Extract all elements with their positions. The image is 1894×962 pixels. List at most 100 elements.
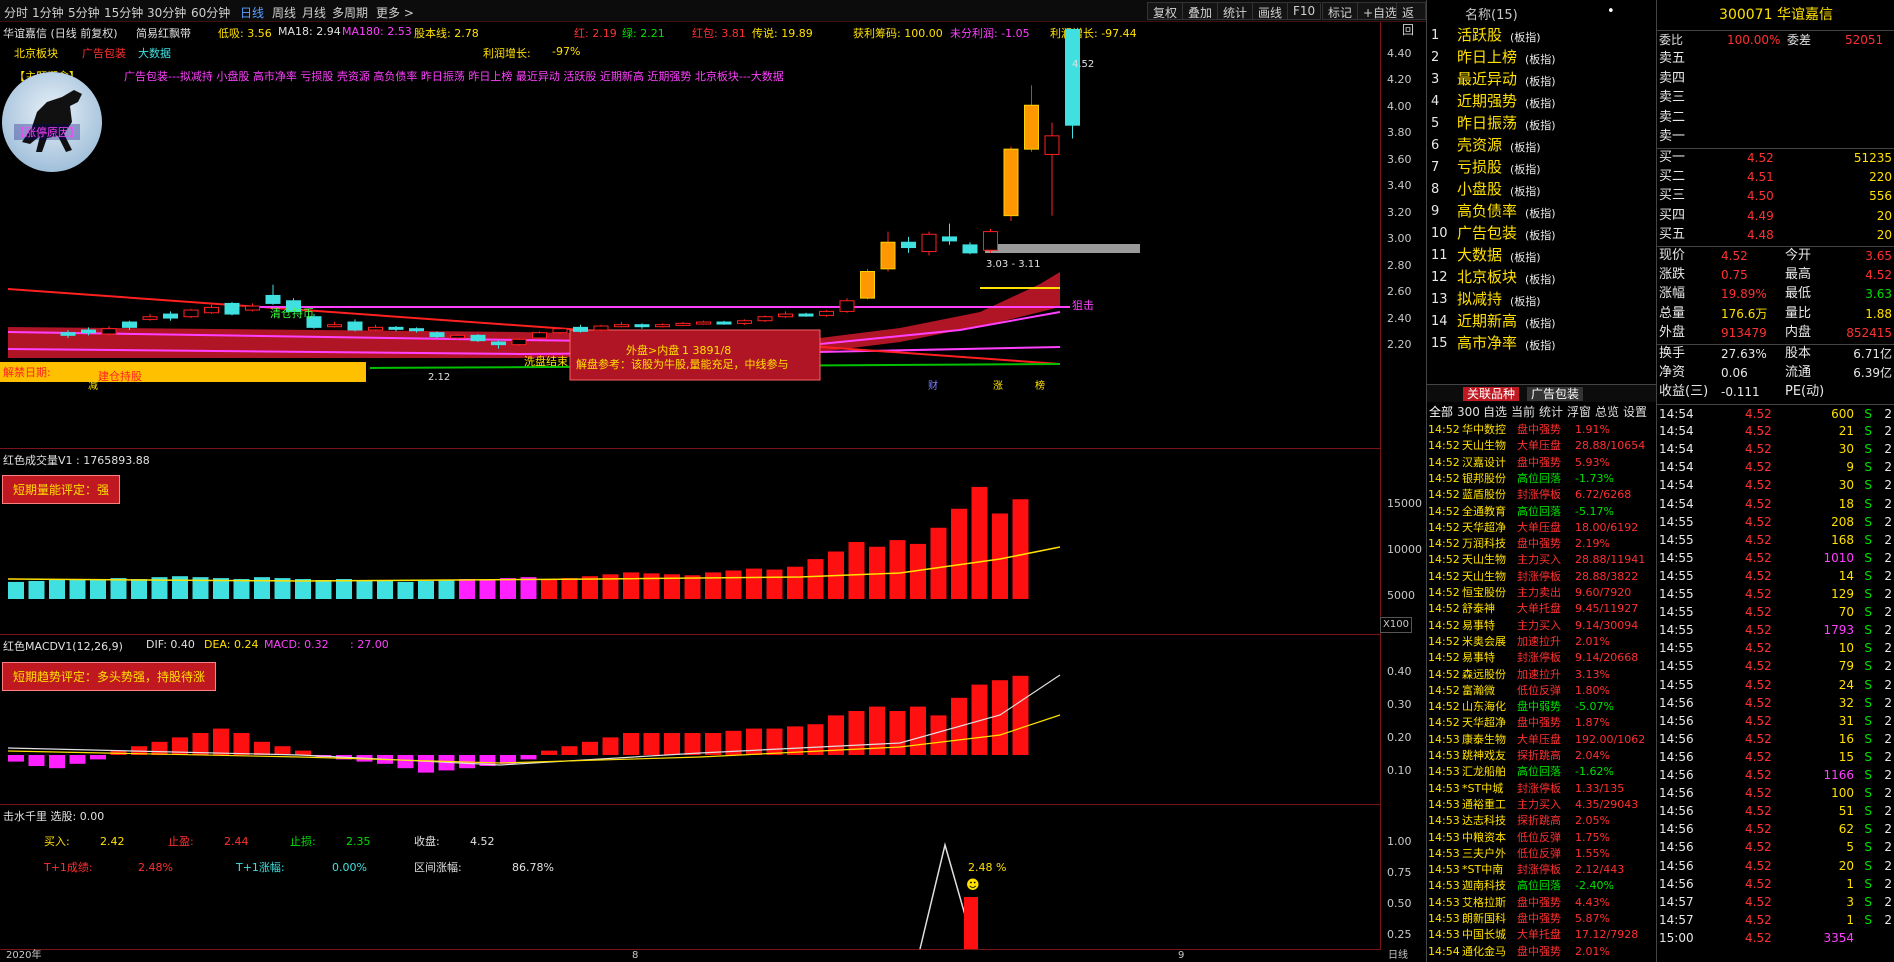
alert-row[interactable]: 14:52 全通教育 高位回落 -5.17%: [1427, 505, 1656, 521]
draw-button[interactable]: 画线: [1252, 2, 1289, 20]
alert-value: 4.35/29043: [1575, 797, 1639, 811]
tick-count: 2: [1884, 424, 1892, 439]
alert-time: 14:53: [1428, 749, 1460, 762]
alert-row[interactable]: 14:53 达志科技 探折跳高 2.05%: [1427, 814, 1656, 830]
overlay-button[interactable]: 叠加: [1182, 2, 1219, 20]
alert-row[interactable]: 14:52 银邦股份 高位回落 -1.73%: [1427, 472, 1656, 488]
sector-item[interactable]: 5 昨日振荡 (板指): [1427, 114, 1656, 136]
alert-row[interactable]: 14:52 山东海化 盘中弱势 -5.07%: [1427, 700, 1656, 716]
stats-button[interactable]: 统计: [1217, 2, 1254, 20]
alert-row[interactable]: 14:52 天华超净 大单压盘 18.00/6192: [1427, 521, 1656, 537]
alert-row[interactable]: 14:52 米奥会展 加速拉升 2.01%: [1427, 635, 1656, 651]
macd-panel[interactable]: 红色MACDV1(12,26,9) DIF: 0.40 DEA: 0.24 MA…: [0, 635, 1380, 805]
stat-label: 总量: [1659, 305, 1686, 321]
sector-item[interactable]: 9 高负债率 (板指): [1427, 202, 1656, 224]
sector-item[interactable]: 13 拟减持 (板指): [1427, 290, 1656, 312]
tab-related[interactable]: 关联品种: [1463, 387, 1520, 401]
tab-fenshi[interactable]: 分时: [4, 4, 28, 21]
alert-row[interactable]: 14:53 三夫户外 低位反弹 1.55%: [1427, 847, 1656, 863]
alert-row[interactable]: 14:53 康泰生物 大单压盘 192.00/1062: [1427, 733, 1656, 749]
tab-more[interactable]: 更多 >: [376, 4, 414, 21]
jishui-panel[interactable]: 击水千里 选股: 0.00 买入: 2.42 止盈: 2.44 止损: 2.35…: [0, 805, 1380, 950]
alert-row[interactable]: 14:53 *ST中城 封涨停板 1.33/135: [1427, 782, 1656, 798]
sector-item[interactable]: 12 北京板块 (板指): [1427, 268, 1656, 290]
sector-item[interactable]: 4 近期强势 (板指): [1427, 92, 1656, 114]
sector-item[interactable]: 15 高市净率 (板指): [1427, 334, 1656, 356]
kline-panel[interactable]: 华谊嘉信 (日线 前复权) 简易红飘带 低吸: 3.56 MA18: 2.94 …: [0, 22, 1380, 449]
alert-tab-300[interactable]: 300: [1457, 405, 1480, 419]
alert-row[interactable]: 14:53 艾格拉斯 盘中强势 4.43%: [1427, 896, 1656, 912]
alert-row[interactable]: 14:53 通裕重工 主力买入 4.35/29043: [1427, 798, 1656, 814]
sector-item[interactable]: 3 最近异动 (板指): [1427, 70, 1656, 92]
marker-zhang[interactable]: 涨: [993, 380, 1003, 394]
alert-row[interactable]: 14:54 通化金马 盘中强势 2.01%: [1427, 945, 1656, 961]
alert-tab-overview[interactable]: 总览: [1595, 405, 1619, 419]
alert-row[interactable]: 14:52 天山生物 主力买入 28.88/11941: [1427, 553, 1656, 569]
back-button[interactable]: 返回: [1396, 2, 1426, 37]
tab-weekly[interactable]: 周线: [272, 4, 296, 21]
alert-row[interactable]: 14:52 蓝盾股份 封涨停板 6.72/6268: [1427, 488, 1656, 504]
alert-row[interactable]: 14:52 天山生物 大单压盘 28.88/10654: [1427, 439, 1656, 455]
mark-button[interactable]: 标记: [1322, 2, 1359, 20]
tab-advert-sector[interactable]: 广告包装: [1527, 387, 1584, 401]
sector-item[interactable]: 14 近期新高 (板指): [1427, 312, 1656, 334]
sector-item[interactable]: 10 广告包装 (板指): [1427, 224, 1656, 246]
alert-tab-all[interactable]: 全部: [1429, 405, 1453, 419]
sector-item[interactable]: 8 小盘股 (板指): [1427, 180, 1656, 202]
alert-tab-settings[interactable]: 设置: [1623, 405, 1647, 419]
tab-daily[interactable]: 日线: [240, 4, 264, 21]
alert-type: 封涨停板: [1517, 781, 1561, 795]
alert-tab-stats[interactable]: 统计: [1539, 405, 1563, 419]
sector-item[interactable]: 11 大数据 (板指): [1427, 246, 1656, 268]
alert-row[interactable]: 14:53 中粮资本 低位反弹 1.75%: [1427, 831, 1656, 847]
xaxis-mode[interactable]: 日线: [1388, 949, 1408, 962]
tick-row: 14:54 4.52 18 S 2: [1657, 495, 1894, 513]
tab-1min[interactable]: 1分钟: [32, 4, 64, 21]
alert-row[interactable]: 14:52 汉嘉设计 盘中强势 5.93%: [1427, 456, 1656, 472]
tab-60min[interactable]: 60分钟: [191, 4, 230, 21]
tab-monthly[interactable]: 月线: [302, 4, 326, 21]
sector-item[interactable]: 6 壳资源 (板指): [1427, 136, 1656, 158]
tick-price: 4.52: [1745, 424, 1772, 439]
sector-item[interactable]: 2 昨日上榜 (板指): [1427, 48, 1656, 70]
alert-row[interactable]: 14:53 汇龙船舶 高位回落 -1.62%: [1427, 765, 1656, 781]
stat-label: 量比: [1785, 305, 1812, 321]
tab-30min[interactable]: 30分钟: [147, 4, 186, 21]
fuquan-button[interactable]: 复权: [1147, 2, 1184, 20]
volume-panel[interactable]: 红色成交量V1 : 1765893.88 短期量能评定：强: [0, 449, 1380, 635]
alert-row[interactable]: 14:52 易事特 封涨停板 9.14/20668: [1427, 651, 1656, 667]
alert-tab-float[interactable]: 浮窗: [1567, 405, 1591, 419]
candle-body: [860, 271, 875, 299]
alert-row[interactable]: 14:52 易事特 主力买入 9.14/30094: [1427, 619, 1656, 635]
alert-row[interactable]: 14:53 中国长城 大单托盘 17.12/7928: [1427, 928, 1656, 944]
alert-row[interactable]: 14:52 舒泰神 大单托盘 9.45/11927: [1427, 602, 1656, 618]
tab-15min[interactable]: 15分钟: [104, 4, 143, 21]
alert-row[interactable]: 14:53 迦南科技 高位回落 -2.40%: [1427, 879, 1656, 895]
sector-item[interactable]: 1 活跃股 (板指): [1427, 26, 1656, 48]
f10-button[interactable]: F10: [1287, 2, 1322, 20]
tick-volume: 79: [1838, 659, 1854, 674]
alert-row[interactable]: 14:52 华中数控 盘中强势 1.91%: [1427, 423, 1656, 439]
alert-row[interactable]: 14:52 恒宝股份 主力卖出 9.60/7920: [1427, 586, 1656, 602]
sector-item[interactable]: 7 亏损股 (板指): [1427, 158, 1656, 180]
alert-row[interactable]: 14:52 森远股份 加速拉升 3.13%: [1427, 668, 1656, 684]
alert-time: 14:52: [1428, 455, 1460, 469]
alert-row[interactable]: 14:52 天华超净 盘中强势 1.87%: [1427, 716, 1656, 732]
alert-row[interactable]: 14:52 富瀚微 低位反弹 1.80%: [1427, 684, 1656, 700]
sector-name: 昨日振荡: [1457, 114, 1518, 132]
alert-row[interactable]: 14:52 万润科技 盘中强势 2.19%: [1427, 537, 1656, 553]
alert-row[interactable]: 14:53 朗新国科 盘中强势 5.87%: [1427, 912, 1656, 928]
alert-row[interactable]: 14:52 天山生物 封涨停板 28.88/3822: [1427, 570, 1656, 586]
tick-price: 4.52: [1745, 876, 1772, 891]
marker-cai[interactable]: 财: [928, 380, 938, 394]
tab-5min[interactable]: 5分钟: [68, 4, 100, 21]
alert-row[interactable]: 14:53 *ST中南 封涨停板 2.12/443: [1427, 863, 1656, 879]
alert-row[interactable]: 14:53 跳神戏友 探折跳高 2.04%: [1427, 749, 1656, 765]
marker-bang[interactable]: 榜: [1035, 380, 1045, 394]
tab-multi[interactable]: 多周期: [332, 4, 368, 21]
alert-tab-current[interactable]: 当前: [1511, 405, 1535, 419]
tick-price: 4.52: [1745, 550, 1772, 565]
alert-time: 14:52: [1428, 634, 1460, 648]
alert-tab-watch[interactable]: 自选: [1483, 405, 1507, 419]
alert-value: 1.87%: [1575, 716, 1610, 730]
